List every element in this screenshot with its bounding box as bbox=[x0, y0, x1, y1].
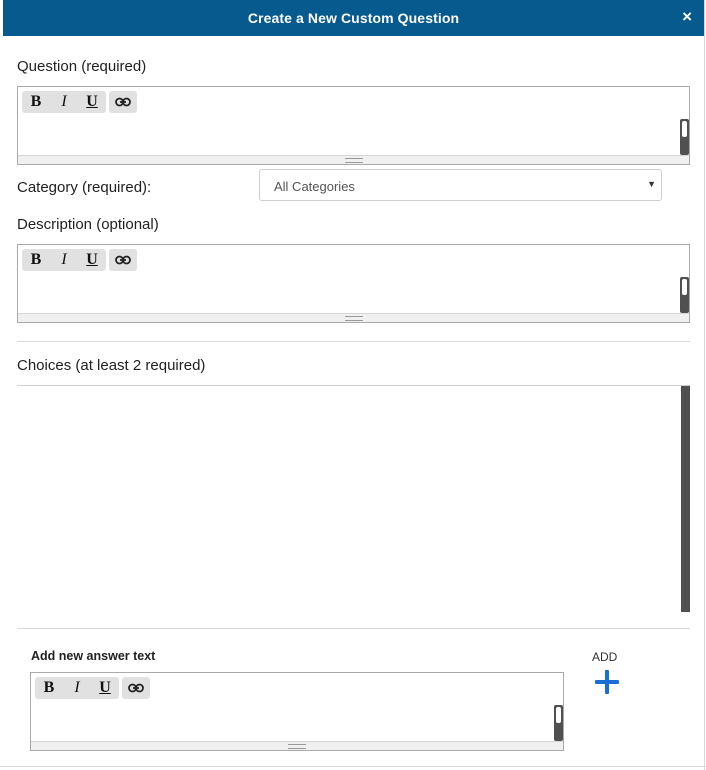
italic-button[interactable]: I bbox=[50, 91, 78, 113]
chevron-down-icon: ▼ bbox=[647, 179, 656, 189]
new-answer-editor[interactable]: B I U bbox=[30, 672, 564, 751]
italic-button[interactable]: I bbox=[63, 677, 91, 699]
description-scrollbar[interactable] bbox=[680, 277, 689, 313]
format-group: B I U bbox=[22, 249, 106, 271]
divider bbox=[0, 766, 706, 767]
grip-icon bbox=[288, 744, 306, 749]
description-toolbar: B I U bbox=[22, 249, 137, 271]
format-group: B I U bbox=[35, 677, 119, 699]
scroll-thumb[interactable] bbox=[681, 120, 688, 138]
category-selected-value: All Categories bbox=[274, 179, 355, 194]
bold-button[interactable]: B bbox=[22, 249, 50, 271]
close-icon[interactable]: × bbox=[682, 7, 692, 27]
question-label: Question (required) bbox=[17, 58, 147, 75]
choices-scrollbar[interactable] bbox=[681, 386, 690, 612]
description-label: Description (optional) bbox=[17, 216, 159, 233]
new-answer-resize-handle[interactable] bbox=[31, 741, 563, 750]
link-button[interactable] bbox=[109, 91, 137, 113]
category-label: Category (required): bbox=[17, 179, 152, 196]
question-scrollbar[interactable] bbox=[680, 119, 689, 155]
divider bbox=[17, 628, 690, 629]
plus-icon[interactable] bbox=[595, 670, 619, 694]
custom-question-dialog: Create a New Custom Question × Question … bbox=[3, 0, 705, 770]
bold-button[interactable]: B bbox=[22, 91, 50, 113]
dialog-title: Create a New Custom Question bbox=[247, 10, 460, 26]
new-answer-label: Add new answer text bbox=[31, 649, 156, 663]
question-resize-handle[interactable] bbox=[18, 155, 689, 164]
new-answer-toolbar: B I U bbox=[35, 677, 150, 699]
add-label: ADD bbox=[592, 650, 618, 664]
link-icon bbox=[128, 683, 144, 693]
grip-icon bbox=[344, 316, 363, 321]
question-editor[interactable]: B I U bbox=[17, 86, 690, 165]
link-button[interactable] bbox=[109, 249, 137, 271]
new-answer-scrollbar[interactable] bbox=[554, 705, 563, 741]
scroll-thumb[interactable] bbox=[681, 278, 688, 296]
description-editor[interactable]: B I U bbox=[17, 244, 690, 323]
link-button[interactable] bbox=[122, 677, 150, 699]
underline-button[interactable]: U bbox=[91, 677, 119, 699]
underline-button[interactable]: U bbox=[78, 249, 106, 271]
divider bbox=[17, 341, 690, 342]
grip-icon bbox=[344, 158, 363, 163]
question-toolbar: B I U bbox=[22, 91, 137, 113]
link-icon bbox=[115, 97, 131, 107]
scroll-thumb[interactable] bbox=[555, 706, 562, 724]
italic-button[interactable]: I bbox=[50, 249, 78, 271]
format-group: B I U bbox=[22, 91, 106, 113]
dialog-titlebar: Create a New Custom Question × bbox=[3, 0, 704, 36]
underline-button[interactable]: U bbox=[78, 91, 106, 113]
category-select[interactable]: All Categories ▼ bbox=[259, 169, 662, 201]
description-resize-handle[interactable] bbox=[18, 313, 689, 322]
choices-list[interactable] bbox=[17, 385, 690, 612]
bold-button[interactable]: B bbox=[35, 677, 63, 699]
choices-label: Choices (at least 2 required) bbox=[17, 357, 206, 374]
link-icon bbox=[115, 255, 131, 265]
